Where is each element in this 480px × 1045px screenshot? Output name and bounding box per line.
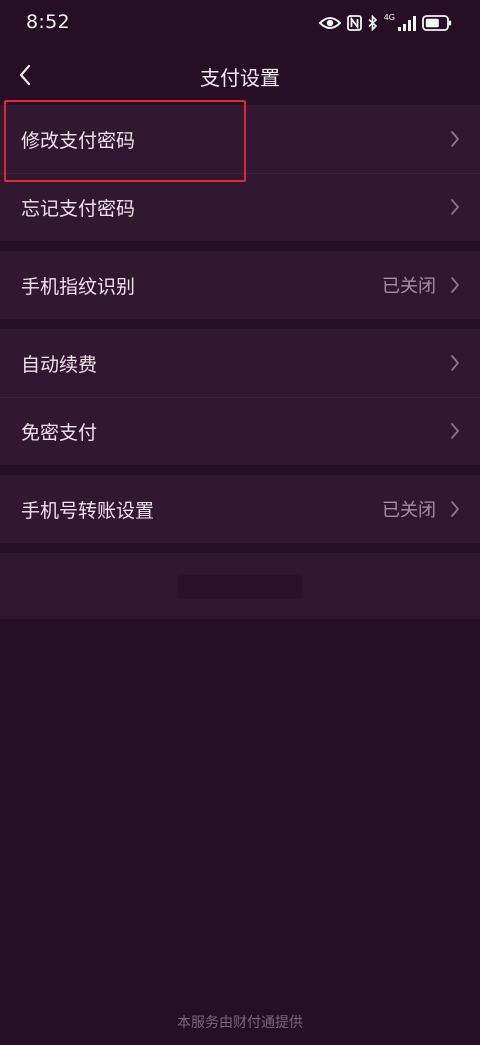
settings-group-password: 修改支付密码 忘记支付密码 <box>0 105 480 241</box>
row-label: 忘记支付密码 <box>21 197 136 220</box>
auto-renewal-row[interactable]: 自动续费 <box>0 329 480 397</box>
change-payment-password-row[interactable]: 修改支付密码 <box>0 105 480 173</box>
placeholder-block <box>178 575 302 599</box>
row-label: 手机指纹识别 <box>21 275 136 298</box>
phone-transfer-settings-row[interactable]: 手机号转账设置 已关闭 <box>0 475 480 543</box>
password-free-payment-row[interactable]: 免密支付 <box>0 397 480 465</box>
settings-group-transfer: 手机号转账设置 已关闭 <box>0 475 480 543</box>
chevron-right-icon <box>448 421 462 441</box>
forgot-payment-password-row[interactable]: 忘记支付密码 <box>0 173 480 241</box>
nav-bar: 支付设置 <box>0 46 480 106</box>
settings-group-fingerprint: 手机指纹识别 已关闭 <box>0 251 480 319</box>
footer-note: 本服务由财付通提供 <box>177 1015 303 1031</box>
chevron-right-icon <box>448 353 462 373</box>
phone-transfer-status: 已关闭 <box>382 500 436 521</box>
status-icons: 4G <box>318 12 452 34</box>
row-label: 修改支付密码 <box>21 129 136 152</box>
nfc-icon <box>346 15 362 31</box>
signal-icon <box>398 15 416 31</box>
status-time: 8:52 <box>26 11 70 33</box>
fingerprint-row[interactable]: 手机指纹识别 已关闭 <box>0 251 480 319</box>
chevron-right-icon <box>448 499 462 519</box>
row-label: 手机号转账设置 <box>21 499 155 522</box>
settings-group-payment: 自动续费 免密支付 <box>0 329 480 465</box>
page-title: 支付设置 <box>200 66 280 90</box>
fingerprint-status: 已关闭 <box>382 276 436 297</box>
chevron-right-icon <box>448 197 462 217</box>
network-type-label: 4G <box>383 13 395 22</box>
row-label: 自动续费 <box>21 353 98 376</box>
bluetooth-icon <box>368 15 378 31</box>
chevron-right-icon <box>448 129 462 149</box>
row-label: 免密支付 <box>21 421 98 444</box>
chevron-right-icon <box>448 275 462 295</box>
eye-icon <box>318 16 341 30</box>
status-bar: 8:52 4G <box>0 0 480 46</box>
battery-icon <box>422 15 452 31</box>
empty-panel <box>0 553 480 619</box>
